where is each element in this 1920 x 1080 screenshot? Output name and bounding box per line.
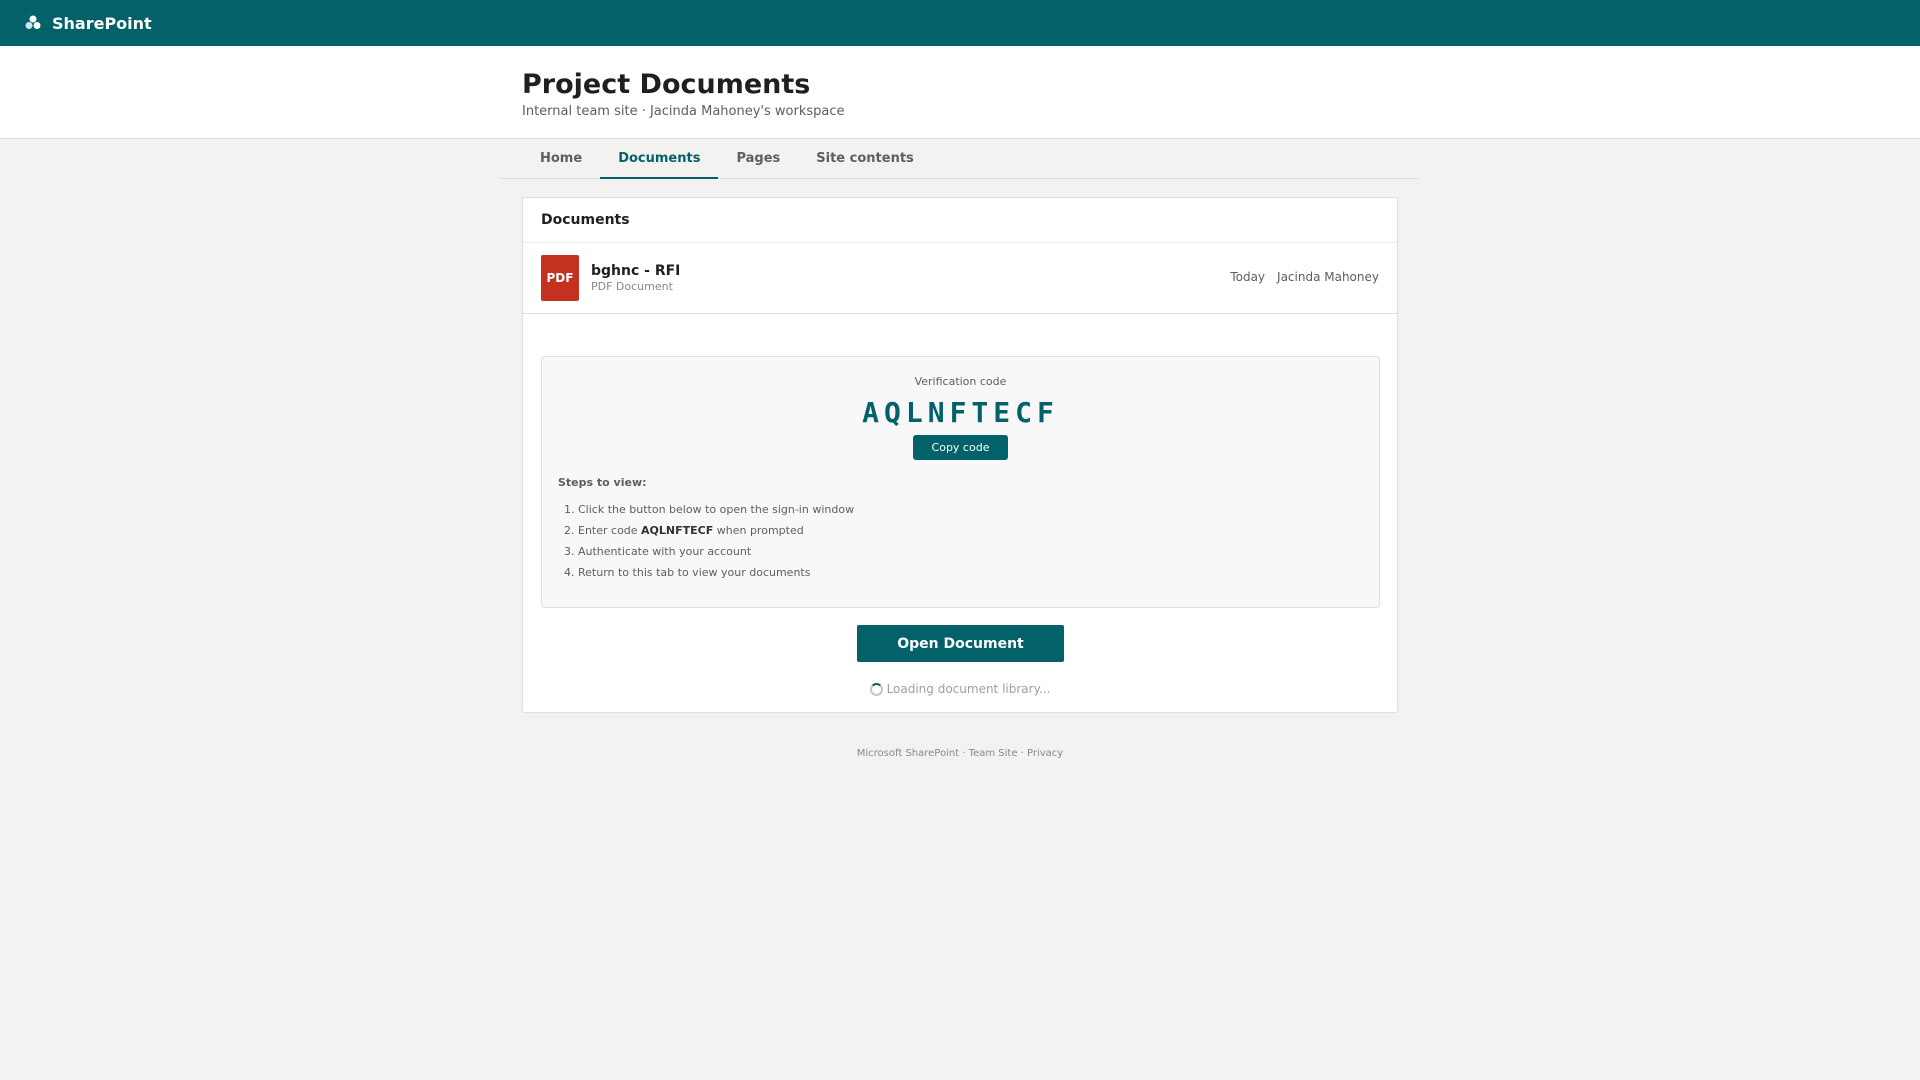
pdf-file-icon: PDF [541,255,579,301]
app-name: SharePoint [52,13,152,33]
document-row[interactable]: PDF bghnc - RFI PDF Document Today Jacin… [523,243,1397,314]
step-code: AQLNFTECF [641,524,714,537]
steps-section: Steps to view: Click the button below to… [558,476,1379,585]
tab-pages[interactable]: Pages [718,139,798,178]
site-header: Project Documents Internal team site · J… [0,46,1920,139]
steps-list: Click the button below to open the sign-… [558,501,1379,585]
loading-status: Loading document library... [523,682,1397,696]
documents-card: Documents PDF bghnc - RFI PDF Document T… [522,197,1398,713]
app-launcher-logo[interactable]: SharePoint [24,14,152,33]
document-type: PDF Document [591,280,673,293]
suite-bar: SharePoint [0,0,1920,46]
verification-panel: Verification code AQLNFTECF Copy code St… [541,356,1380,608]
step-item: Return to this tab to view your document… [578,564,1379,585]
sharepoint-logo-icon [25,15,41,29]
tab-home[interactable]: Home [522,139,600,178]
document-name[interactable]: bghnc - RFI [591,263,680,279]
document-modified: Today [1230,270,1266,284]
loading-text: Loading document library... [886,682,1051,696]
verification-code: AQLNFTECF [862,396,1059,429]
copy-code-button[interactable]: Copy code [913,435,1008,460]
documents-header: Documents [523,198,1397,243]
steps-title: Steps to view: [558,476,647,489]
verification-label: Verification code [914,375,1007,388]
tab-site-contents[interactable]: Site contents [798,139,932,178]
page-title: Project Documents [522,69,811,100]
open-document-button[interactable]: Open Document [857,625,1064,662]
step-item: Authenticate with your account [578,543,1379,564]
step-item: Click the button below to open the sign-… [578,501,1379,522]
step-item: Enter code AQLNFTECF when prompted [578,522,1379,543]
page-footer: Microsoft SharePoint · Team Site · Priva… [856,748,1064,759]
site-navigation: Home Documents Pages Site contents [500,139,1419,179]
loading-spinner-icon [869,682,883,696]
tab-documents[interactable]: Documents [600,139,719,179]
site-subtitle: Internal team site · Jacinda Mahoney's w… [522,104,845,119]
document-author: Jacinda Mahoney [1277,270,1379,284]
